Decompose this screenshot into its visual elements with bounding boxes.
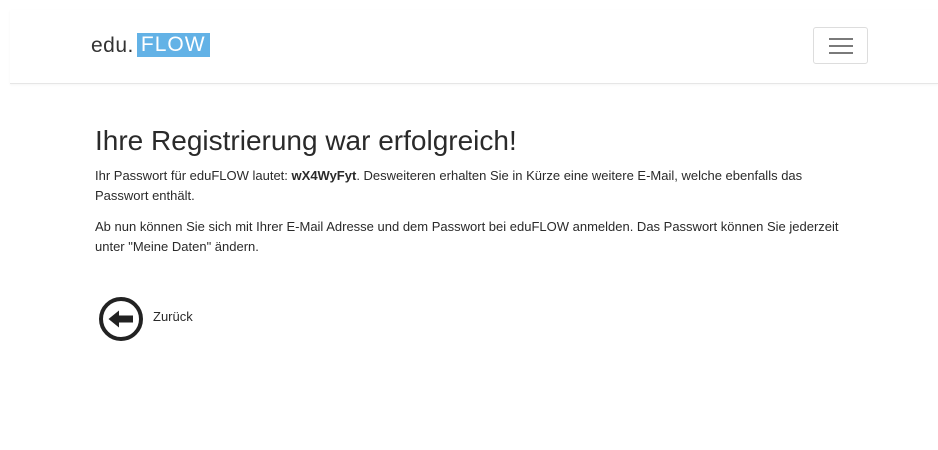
- password-paragraph: Ihr Passwort für eduFLOW lautet: wX4WyFy…: [95, 166, 855, 206]
- top-navbar: edu. FLOW: [10, 10, 938, 84]
- brand-logo[interactable]: edu. FLOW: [91, 30, 210, 60]
- brand-text-edu: edu.: [91, 33, 134, 57]
- arrow-left-circle-icon: [98, 296, 144, 347]
- back-link[interactable]: Zurück: [98, 296, 193, 347]
- main-content: Ihre Registrierung war erfolgreich! Ihr …: [95, 124, 855, 257]
- page-title: Ihre Registrierung war erfolgreich!: [95, 125, 517, 156]
- menu-toggle-button[interactable]: [813, 27, 868, 64]
- password-value: wX4WyFyt: [291, 168, 357, 183]
- hamburger-menu-icon: [828, 37, 853, 55]
- back-label: Zurück: [153, 309, 193, 324]
- password-intro-text: Ihr Passwort für eduFLOW lautet:: [95, 168, 292, 183]
- login-info-paragraph: Ab nun können Sie sich mit Ihrer E-Mail …: [95, 219, 839, 254]
- brand-text-flow: FLOW: [136, 33, 210, 57]
